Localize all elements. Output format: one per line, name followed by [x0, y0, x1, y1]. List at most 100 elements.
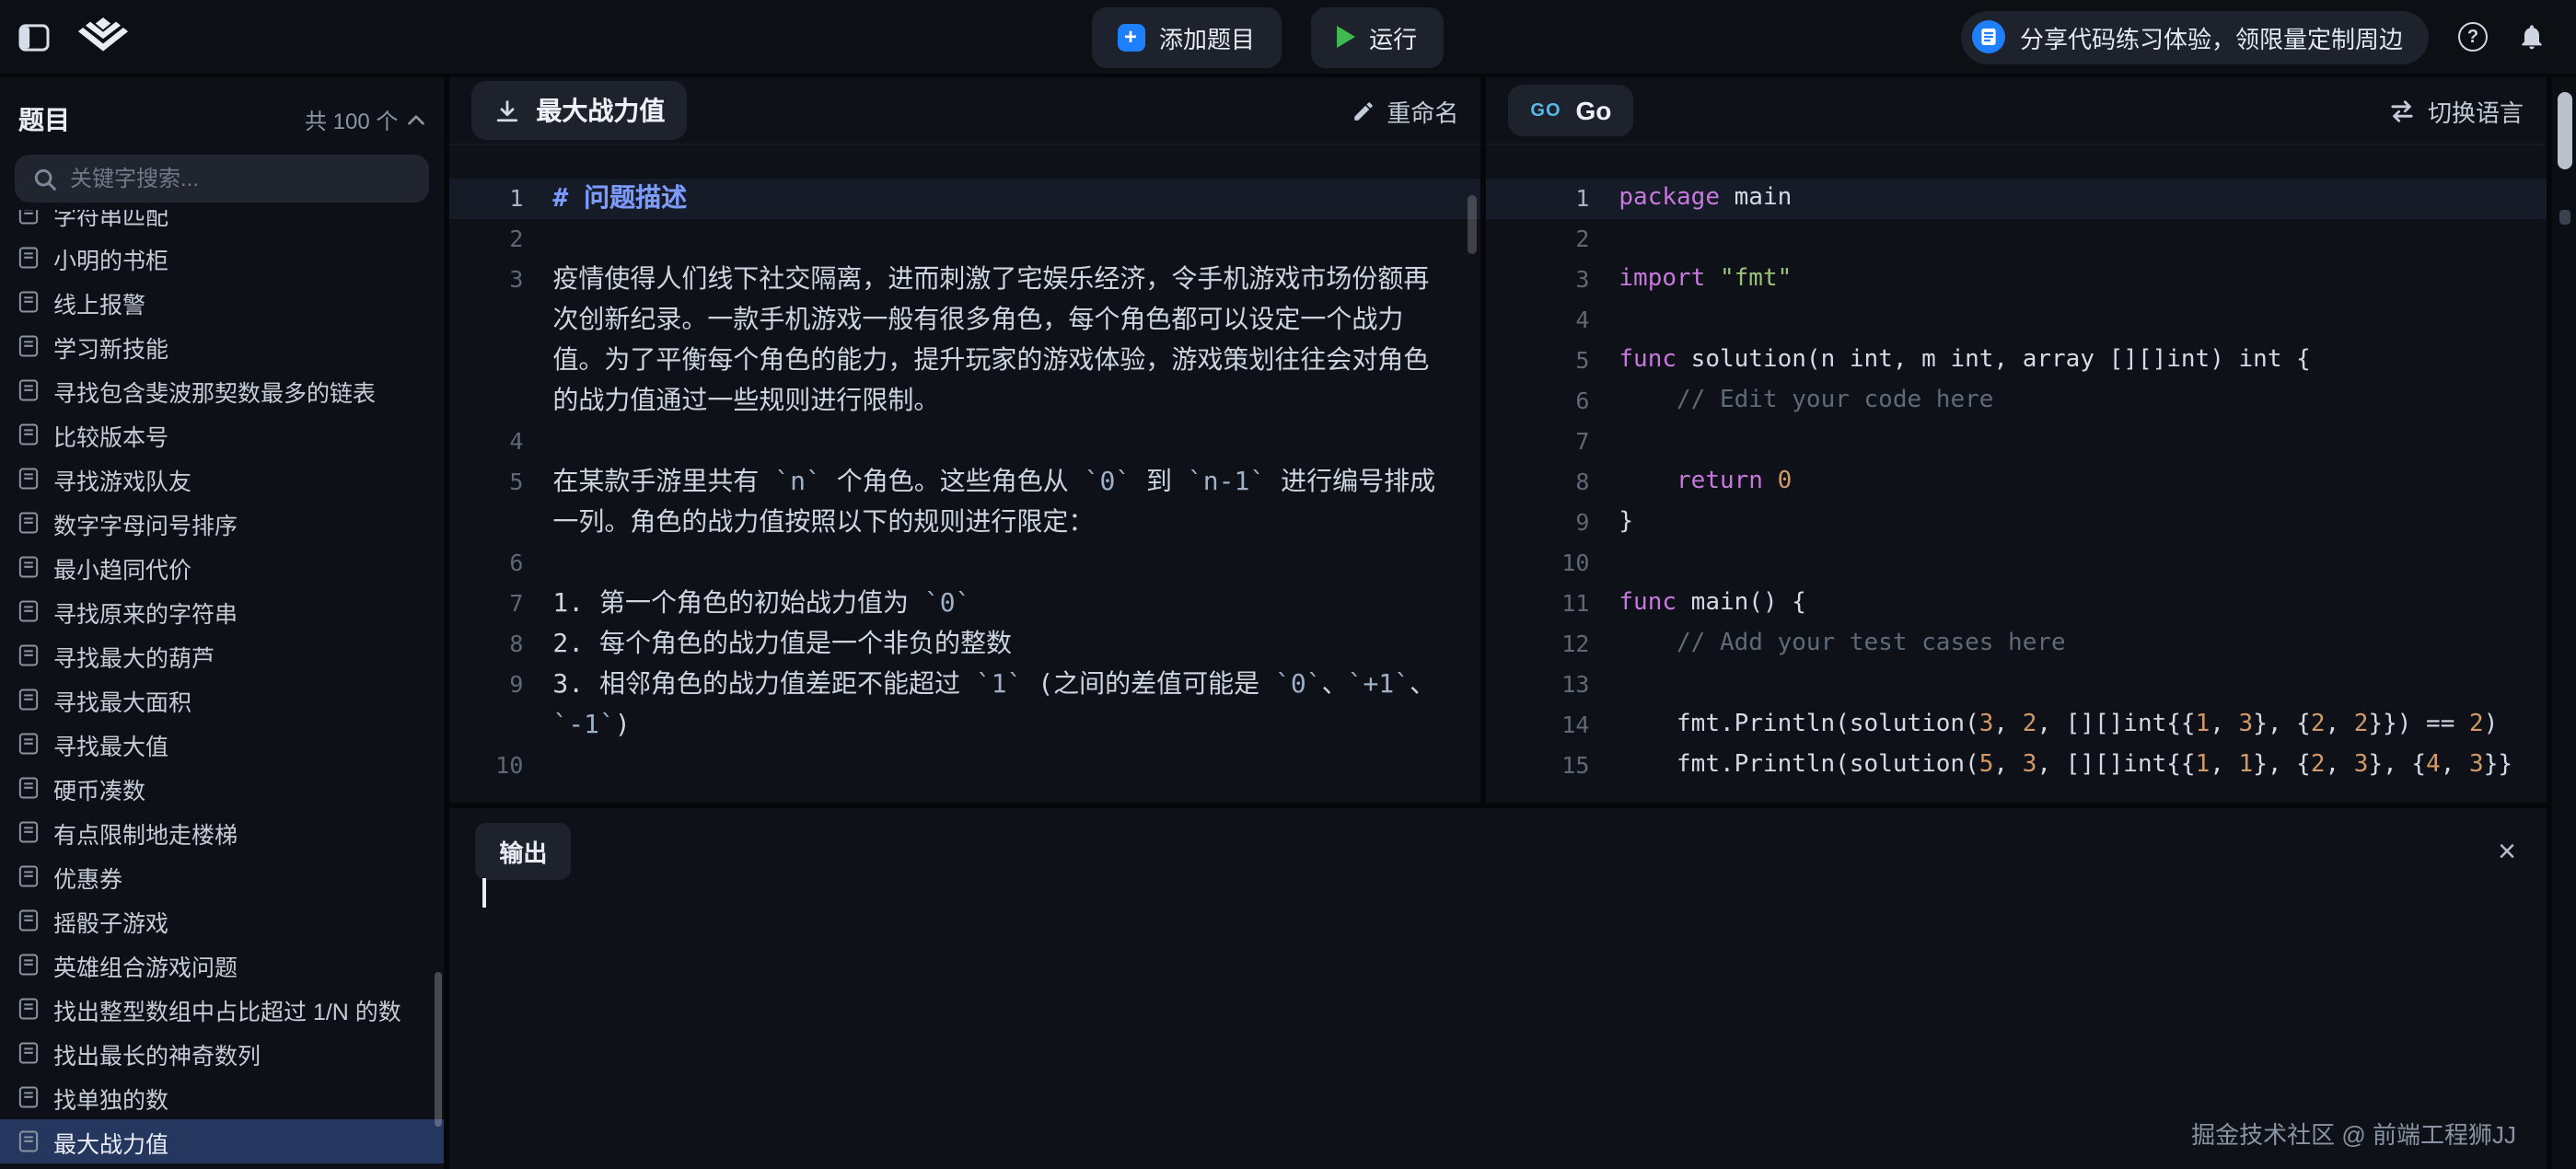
editor-line[interactable]: 2 — [1486, 219, 2546, 260]
code-panel: GO Go 切换语言 1package main23import "fmt"45… — [1486, 77, 2546, 803]
editor-line[interactable]: 15 fmt.Println(solution(5, 3, [][]int{{1… — [1486, 746, 2546, 786]
editor-line[interactable]: 14 fmt.Println(solution(3, 2, [][]int{{1… — [1486, 705, 2546, 746]
sidebar-problem-item[interactable]: 找单独的数 — [0, 1075, 444, 1119]
code-editor[interactable]: 1package main23import "fmt"45func soluti… — [1486, 145, 2546, 803]
problem-count-label: 共 100 个 — [305, 104, 398, 135]
sidebar-problem-item[interactable]: 优惠券 — [0, 854, 444, 898]
editor-line[interactable]: 8 return 0 — [1486, 462, 2546, 503]
sidebar-problem-item[interactable]: 小明的书柜 — [0, 236, 444, 280]
sidebar-problem-item[interactable]: 寻找最大面积 — [0, 677, 444, 722]
sidebar-problem-item[interactable]: 寻找游戏队友 — [0, 457, 444, 501]
rename-button[interactable]: 重命名 — [1352, 93, 1458, 128]
line-number: 7 — [449, 584, 523, 624]
notification-bell-icon[interactable] — [2517, 22, 2547, 52]
editor-line[interactable]: 4 — [1486, 300, 2546, 341]
sidebar-problem-item[interactable]: 寻找原来的字符串 — [0, 589, 444, 633]
editor-line[interactable]: 5在某款手游里共有 `n` 个角色。这些角色从 `0` 到 `n-1` 进行编号… — [449, 462, 1480, 543]
line-number: 14 — [1486, 705, 1589, 746]
editor-line[interactable]: 82. 每个角色的战力值是一个非负的整数 — [449, 624, 1480, 665]
editor-line[interactable]: 7 — [1486, 422, 2546, 462]
editor-line[interactable]: 10 — [449, 746, 1480, 786]
sidebar-problem-item[interactable]: 学习新技能 — [0, 324, 444, 368]
language-label: Go — [1576, 96, 1612, 125]
editor-line[interactable]: 93. 相邻角色的战力值差距不能超过 `1` (之间的差值可能是 `0`、`+1… — [449, 665, 1480, 746]
sidebar-problem-item[interactable]: 最大战力值 — [0, 1119, 444, 1163]
editor-line[interactable]: 3import "fmt" — [1486, 260, 2546, 300]
sidebar-problem-item[interactable]: 合并有序链表 — [0, 1163, 444, 1169]
sidebar-problem-item[interactable]: 寻找最大的葫芦 — [0, 633, 444, 677]
watermark: 掘金技术社区 @ 前端工程狮JJ — [2191, 1116, 2516, 1151]
line-number: 3 — [449, 260, 523, 422]
line-content — [1589, 422, 2546, 462]
editor-line[interactable]: 2 — [449, 219, 1480, 260]
document-icon — [18, 909, 39, 932]
plus-icon — [1117, 23, 1144, 51]
editor-line[interactable]: 6 — [449, 543, 1480, 584]
editor-line[interactable]: 11func main() { — [1486, 584, 2546, 624]
line-content: fmt.Println(solution(3, 2, [][]int{{1, 3… — [1589, 705, 2546, 746]
sidebar-problem-label: 小明的书柜 — [53, 240, 168, 275]
editor-line[interactable]: 1package main — [1486, 179, 2546, 219]
editor-line[interactable]: 13 — [1486, 665, 2546, 705]
sidebar-problem-item[interactable]: 线上报警 — [0, 280, 444, 324]
sidebar-problem-item[interactable]: 找出整型数组中占比超过 1/N 的数 — [0, 987, 444, 1031]
search-box[interactable] — [15, 155, 429, 203]
help-icon[interactable] — [2458, 22, 2488, 52]
sidebar-problem-item[interactable]: 摇骰子游戏 — [0, 898, 444, 943]
problem-count[interactable]: 共 100 个 — [305, 104, 425, 135]
problem-editor[interactable]: 1# 问题描述23疫情使得人们线下社交隔离，进而刺激了宅娱乐经济，令手机游戏市场… — [449, 145, 1480, 803]
line-number: 9 — [1486, 503, 1589, 543]
editor-line[interactable]: 12 // Add your test cases here — [1486, 624, 2546, 665]
editor-line[interactable]: 6 // Edit your code here — [1486, 381, 2546, 422]
line-number: 5 — [449, 462, 523, 543]
run-button[interactable]: 运行 — [1310, 6, 1443, 67]
line-number: 4 — [449, 422, 523, 462]
line-content — [523, 543, 1480, 584]
page-scrollbar — [2551, 77, 2576, 1169]
search-input[interactable] — [70, 166, 411, 191]
problem-scrollbar-thumb[interactable] — [1468, 195, 1477, 254]
switch-language-button[interactable]: 切换语言 — [2389, 93, 2524, 128]
sidebar-problem-item[interactable]: 寻找包含斐波那契数最多的链表 — [0, 368, 444, 412]
line-number: 2 — [1486, 219, 1589, 260]
sidebar-problem-item[interactable]: 字符串匹配 — [0, 210, 444, 236]
sidebar-problem-item[interactable]: 硬币凑数 — [0, 766, 444, 810]
line-content: // Edit your code here — [1589, 381, 2546, 422]
sidebar-problem-item[interactable]: 最小趋同代价 — [0, 545, 444, 589]
editor-line[interactable]: 9} — [1486, 503, 2546, 543]
line-content — [523, 746, 1480, 786]
editor-line[interactable]: 5func solution(n int, m int, array [][]i… — [1486, 341, 2546, 381]
page-scrollbar-thumb[interactable] — [2557, 92, 2571, 169]
rename-label: 重命名 — [1387, 93, 1458, 128]
sidebar-scrollbar-thumb[interactable] — [435, 972, 442, 1127]
line-content: package main — [1589, 179, 2546, 219]
sidebar-problem-item[interactable]: 比较版本号 — [0, 412, 444, 457]
document-icon — [18, 1042, 39, 1064]
editor-line[interactable]: 1# 问题描述 — [449, 179, 1480, 219]
editor-line[interactable]: 4 — [449, 422, 1480, 462]
output-panel[interactable]: 输出 × 掘金技术社区 @ 前端工程狮JJ — [449, 808, 2546, 1169]
line-content — [523, 422, 1480, 462]
share-banner[interactable]: 分享代码练习体验，领限量定制周边 — [1961, 10, 2429, 64]
editor-line[interactable]: 71. 第一个角色的初始战力值为 `0` — [449, 584, 1480, 624]
editor-line[interactable]: 3疫情使得人们线下社交隔离，进而刺激了宅娱乐经济，令手机游戏市场份额再次创新纪录… — [449, 260, 1480, 422]
sidebar-problem-item[interactable]: 数字字母问号排序 — [0, 501, 444, 545]
line-number: 11 — [1486, 584, 1589, 624]
sidebar-problem-item[interactable]: 有点限制地走楼梯 — [0, 810, 444, 854]
line-content: fmt.Println(solution(5, 3, [][]int{{1, 1… — [1589, 746, 2546, 786]
line-number: 9 — [449, 665, 523, 746]
sidebar-problem-item[interactable]: 找出最长的神奇数列 — [0, 1031, 444, 1075]
close-icon[interactable]: × — [2498, 836, 2516, 867]
language-tab[interactable]: GO Go — [1508, 85, 1633, 136]
problem-title-tab[interactable]: 最大战力值 — [471, 81, 687, 140]
add-problem-button[interactable]: 添加题目 — [1091, 6, 1281, 67]
sidebar-problem-label: 寻找最大值 — [53, 726, 168, 761]
editor-line[interactable]: 10 — [1486, 543, 2546, 584]
output-tab[interactable]: 输出 — [475, 823, 571, 880]
line-content — [1589, 219, 2546, 260]
code-panel-header: GO Go 切换语言 — [1486, 77, 2546, 145]
juejin-logo[interactable] — [75, 16, 131, 58]
sidebar-problem-item[interactable]: 寻找最大值 — [0, 722, 444, 766]
sidebar-toggle-icon[interactable] — [18, 23, 50, 51]
sidebar-problem-item[interactable]: 英雄组合游戏问题 — [0, 943, 444, 987]
